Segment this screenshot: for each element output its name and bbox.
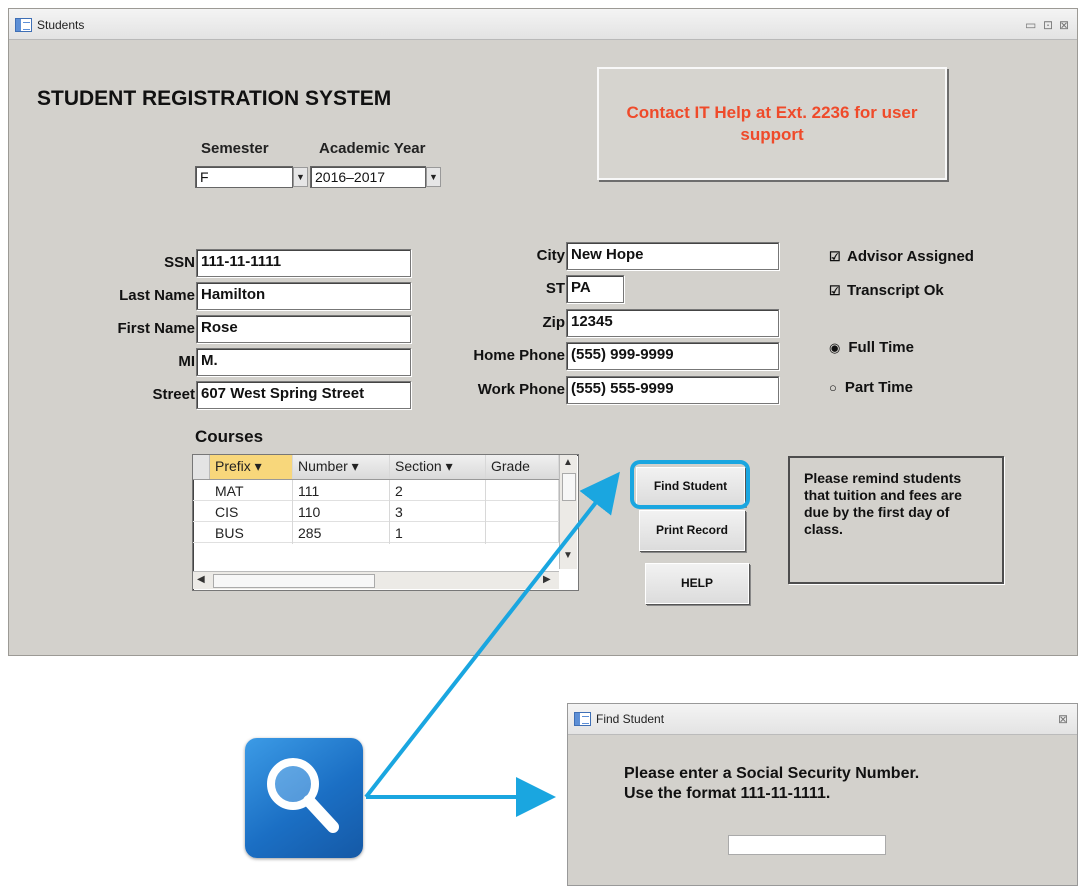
dialog-message-line-1: Please enter a Social Security Number. — [624, 765, 920, 782]
dialog-title-bar: Find Student ⊠ — [568, 704, 1077, 735]
magnifier-icon — [267, 758, 339, 833]
dialog-title: Find Student — [596, 712, 665, 726]
dialog-message: Please enter a Social Security Number. U… — [624, 764, 919, 804]
close-icon[interactable]: ⊠ — [1058, 712, 1068, 726]
find-student-dialog: Find Student ⊠ Please enter a Social Sec… — [567, 703, 1078, 886]
dialog-message-line-2: Use the format 111-11-1111. — [624, 785, 831, 802]
magnifier-tile — [245, 738, 363, 858]
form-icon — [574, 712, 591, 726]
ssn-search-input[interactable] — [728, 835, 886, 855]
